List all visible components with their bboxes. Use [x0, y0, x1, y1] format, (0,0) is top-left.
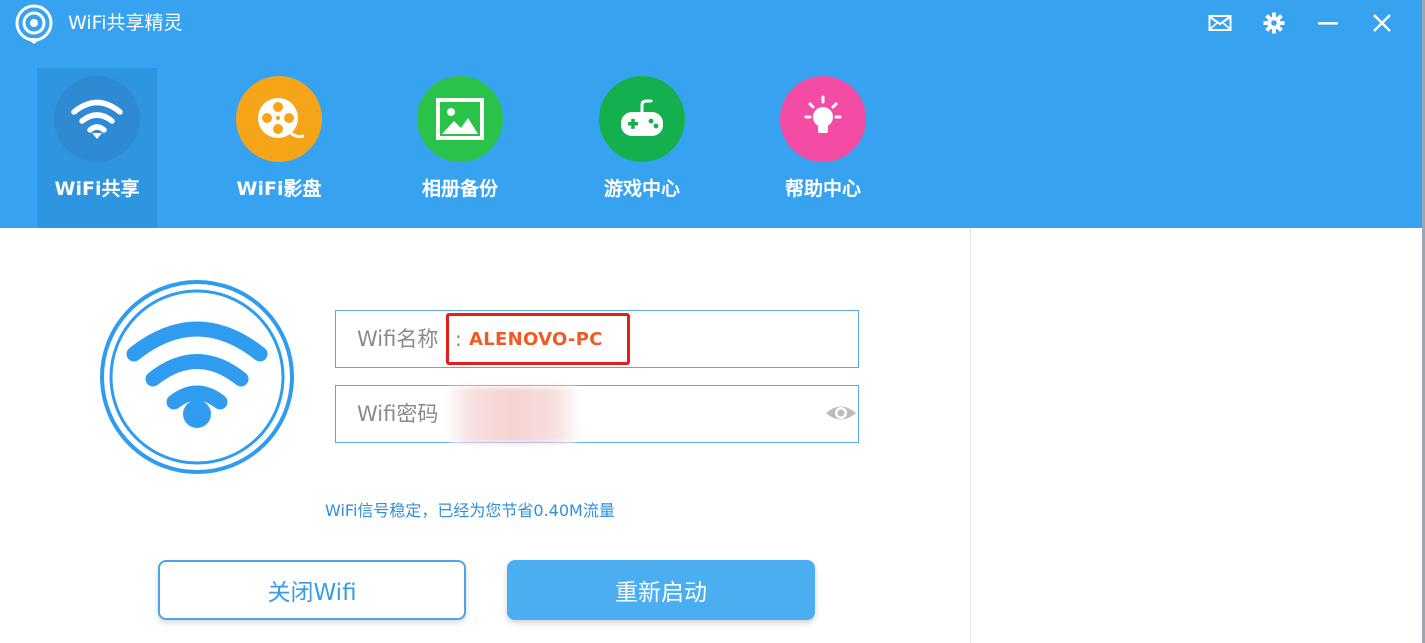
- restart-button[interactable]: 重新启动: [507, 560, 815, 620]
- nav-icon-circle: [417, 76, 503, 162]
- nav-item-help-center[interactable]: 帮助中心: [763, 68, 883, 228]
- gear-icon: [1263, 12, 1285, 34]
- nav-icon-circle: [780, 76, 866, 162]
- wifi-status-icon: [100, 280, 294, 474]
- nav-label: 游戏中心: [603, 178, 680, 200]
- nav-item-wifi-disk[interactable]: WiFi影盘: [219, 68, 339, 228]
- mail-button[interactable]: [1202, 8, 1238, 38]
- nav-item-album-backup[interactable]: 相册备份: [400, 68, 520, 228]
- close-icon: [1373, 14, 1391, 32]
- nav-label: WiFi共享: [54, 178, 140, 200]
- panel-divider: [970, 228, 971, 643]
- minimize-icon: [1318, 22, 1338, 25]
- eye-icon[interactable]: [824, 400, 858, 426]
- ssid-highlight-box: [446, 313, 630, 365]
- nav-label: WiFi影盘: [236, 178, 322, 200]
- image-icon: [436, 98, 484, 140]
- nav-icon-circle: [54, 76, 140, 162]
- nav-label: 相册备份: [421, 178, 498, 200]
- close-wifi-button[interactable]: 关闭Wifi: [158, 560, 466, 620]
- close-button[interactable]: [1364, 8, 1400, 38]
- lightbulb-icon: [804, 95, 842, 133]
- nav-label: 帮助中心: [784, 178, 861, 200]
- password-field[interactable]: Wifi密码: [335, 385, 859, 443]
- mail-icon: [1208, 15, 1232, 31]
- nav-item-wifi-share[interactable]: WiFi共享: [37, 68, 157, 228]
- gamepad-icon: [621, 99, 663, 136]
- settings-button[interactable]: [1256, 8, 1292, 38]
- nav-icon-circle: [236, 76, 322, 162]
- film-reel-icon: [258, 98, 304, 139]
- password-value-redacted: [446, 387, 580, 443]
- app-title: WiFi共享精灵: [68, 12, 183, 34]
- nav-item-game-center[interactable]: 游戏中心: [582, 68, 702, 228]
- nav-icon-circle: [599, 76, 685, 162]
- app-header: WiFi共享精灵 WiFi共享 WiFi影盘 相册备份 游戏中心 帮助中心: [0, 0, 1425, 228]
- minimize-button[interactable]: [1310, 8, 1346, 38]
- ssid-label: Wifi名称: [357, 327, 439, 351]
- status-message: WiFi信号稳定，已经为您节省0.40M流量: [325, 501, 615, 520]
- password-label: Wifi密码: [357, 402, 439, 426]
- wifi-icon: [71, 99, 123, 139]
- app-logo-icon: [15, 4, 53, 44]
